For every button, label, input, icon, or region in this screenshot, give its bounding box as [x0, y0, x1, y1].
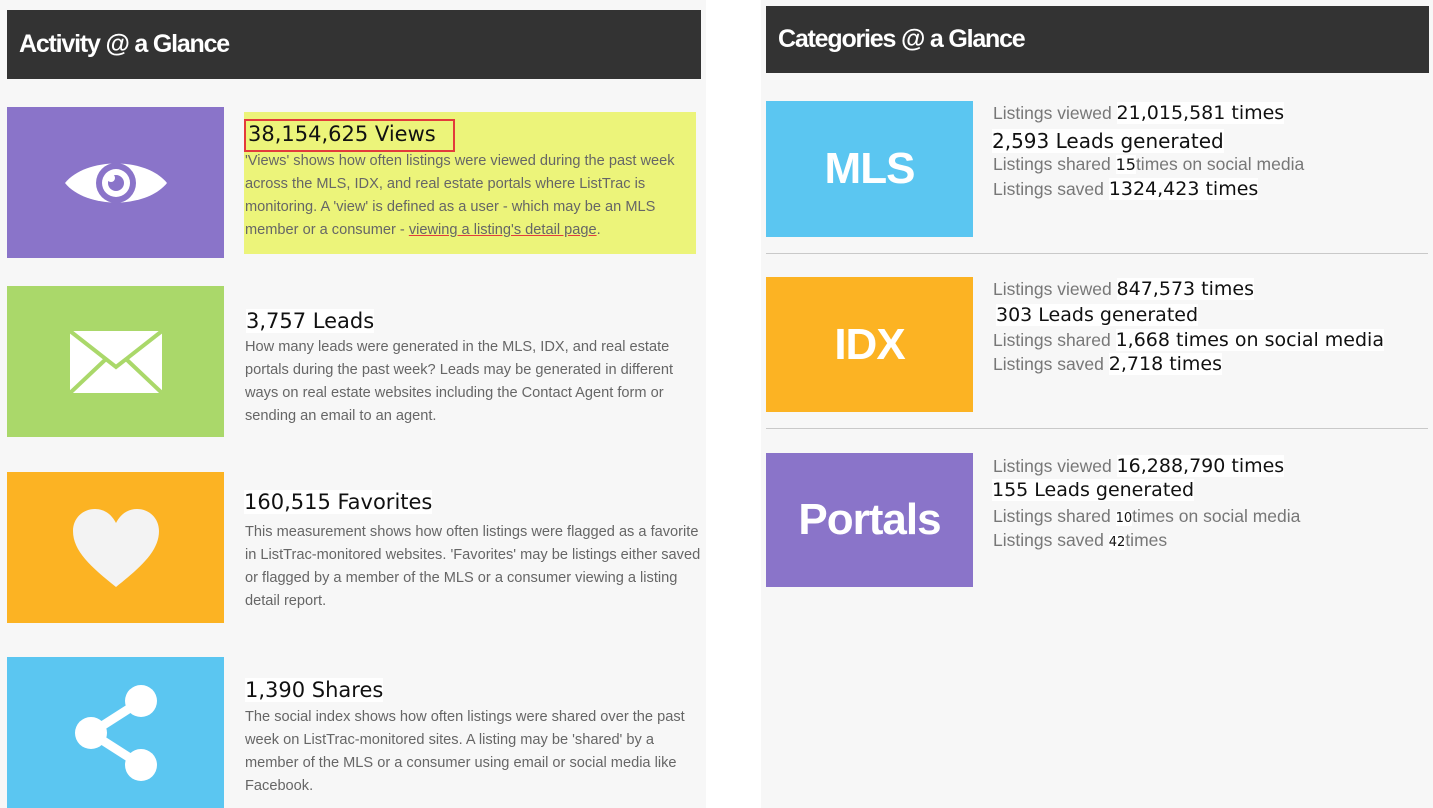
- divider-2: [766, 428, 1428, 429]
- mls-viewed: Listings viewed 21,015,581 times: [993, 102, 1285, 124]
- idx-label: IDX: [834, 319, 905, 369]
- idx-saved: Listings saved 2,718 times: [993, 353, 1223, 375]
- idx-tile: IDX: [766, 277, 973, 412]
- mls-saved: Listings saved 1324,423 times: [993, 178, 1259, 200]
- idx-shared: Listings shared 1,668 times on social me…: [993, 329, 1384, 351]
- activity-title: Activity @ a Glance: [19, 30, 230, 58]
- portals-viewed: Listings viewed 16,288,790 times: [993, 455, 1285, 477]
- detail-page-link[interactable]: viewing a listing's detail page: [409, 222, 597, 238]
- portals-tile: Portals: [766, 453, 973, 587]
- idx-leads: 303 Leads generated: [996, 304, 1199, 326]
- views-description: 'Views' shows how often listings were vi…: [245, 153, 675, 238]
- favorites-tile: [7, 472, 224, 623]
- shares-description: The social index shows how often listing…: [245, 709, 685, 794]
- activity-header: Activity @ a Glance: [7, 10, 701, 79]
- mls-tile: MLS: [766, 101, 973, 237]
- share-icon: [74, 684, 157, 781]
- views-headline-outline: [244, 119, 455, 152]
- shares-headline: 1,390 Shares: [245, 678, 384, 702]
- portals-saved: Listings saved 42times: [993, 530, 1168, 550]
- heart-icon: [72, 508, 159, 587]
- mls-shared: Listings shared 15times on social media: [993, 154, 1305, 174]
- portals-shared: Listings shared 10times on social media: [993, 506, 1301, 526]
- shares-tile: [7, 657, 224, 808]
- leads-description: How many leads were generated in the MLS…: [245, 339, 674, 424]
- leads-tile: [7, 286, 224, 437]
- favorites-description: This measurement shows how often listing…: [245, 524, 701, 609]
- portals-leads: 155 Leads generated: [992, 479, 1195, 501]
- mls-label: MLS: [824, 144, 916, 193]
- eye-icon: [64, 162, 167, 203]
- portals-label: Portals: [798, 495, 941, 544]
- categories-title: Categories @ a Glance: [778, 25, 1026, 53]
- envelope-icon: [68, 328, 163, 394]
- favorites-headline: 160,515 Favorites: [244, 490, 433, 514]
- leads-headline: 3,757 Leads: [246, 309, 375, 333]
- categories-header: Categories @ a Glance: [766, 6, 1429, 73]
- views-tile: [7, 107, 224, 258]
- divider-1: [766, 253, 1428, 254]
- mls-leads: 2,593 Leads generated: [992, 129, 1224, 153]
- idx-viewed: Listings viewed 847,573 times: [993, 278, 1254, 300]
